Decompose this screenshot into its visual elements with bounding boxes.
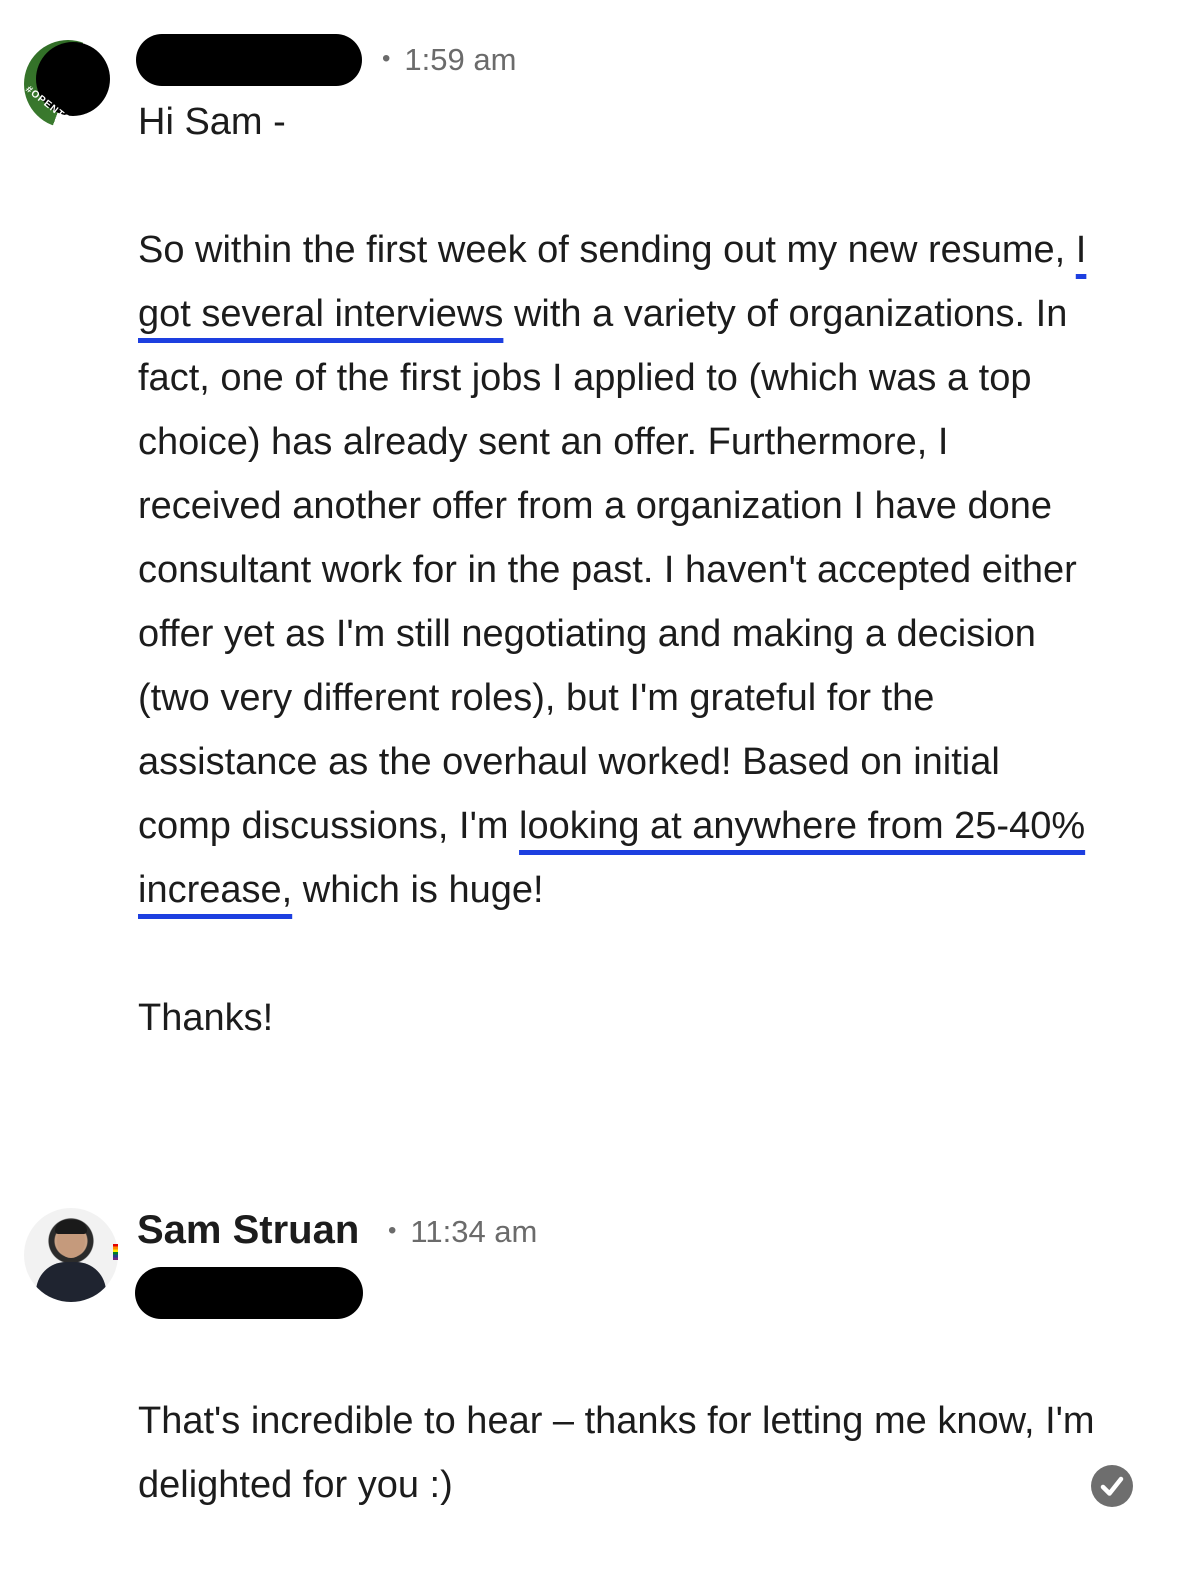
sender-name[interactable]: Sam Struan: [137, 1208, 359, 1253]
avatar-hair: [55, 1220, 87, 1234]
message-timestamp: • 11:34 am: [388, 1214, 538, 1249]
redacted-sender-name: [136, 34, 362, 86]
message-paragraph: Hi Sam -: [138, 101, 286, 143]
redacted-recipient-name: [135, 1267, 363, 1319]
separator-dot: •: [388, 1216, 397, 1244]
message-paragraph: Thanks!: [138, 997, 274, 1039]
avatar-figure: [36, 1262, 106, 1302]
separator-dot: •: [382, 44, 391, 72]
checkmark-circle-icon: [1091, 1465, 1133, 1507]
message-body: That's incredible to hear – thanks for l…: [138, 1389, 1098, 1517]
message-timestamp: • 1:59 am: [382, 42, 517, 77]
message-paragraph: That's incredible to hear – thanks for l…: [138, 1400, 1095, 1506]
avatar[interactable]: [24, 1208, 118, 1302]
pride-flag-icon: [113, 1244, 118, 1260]
message-body: Hi Sam - So within the first week of sen…: [138, 90, 1098, 1050]
message-paragraph: So within the first week of sending out …: [138, 229, 1087, 911]
